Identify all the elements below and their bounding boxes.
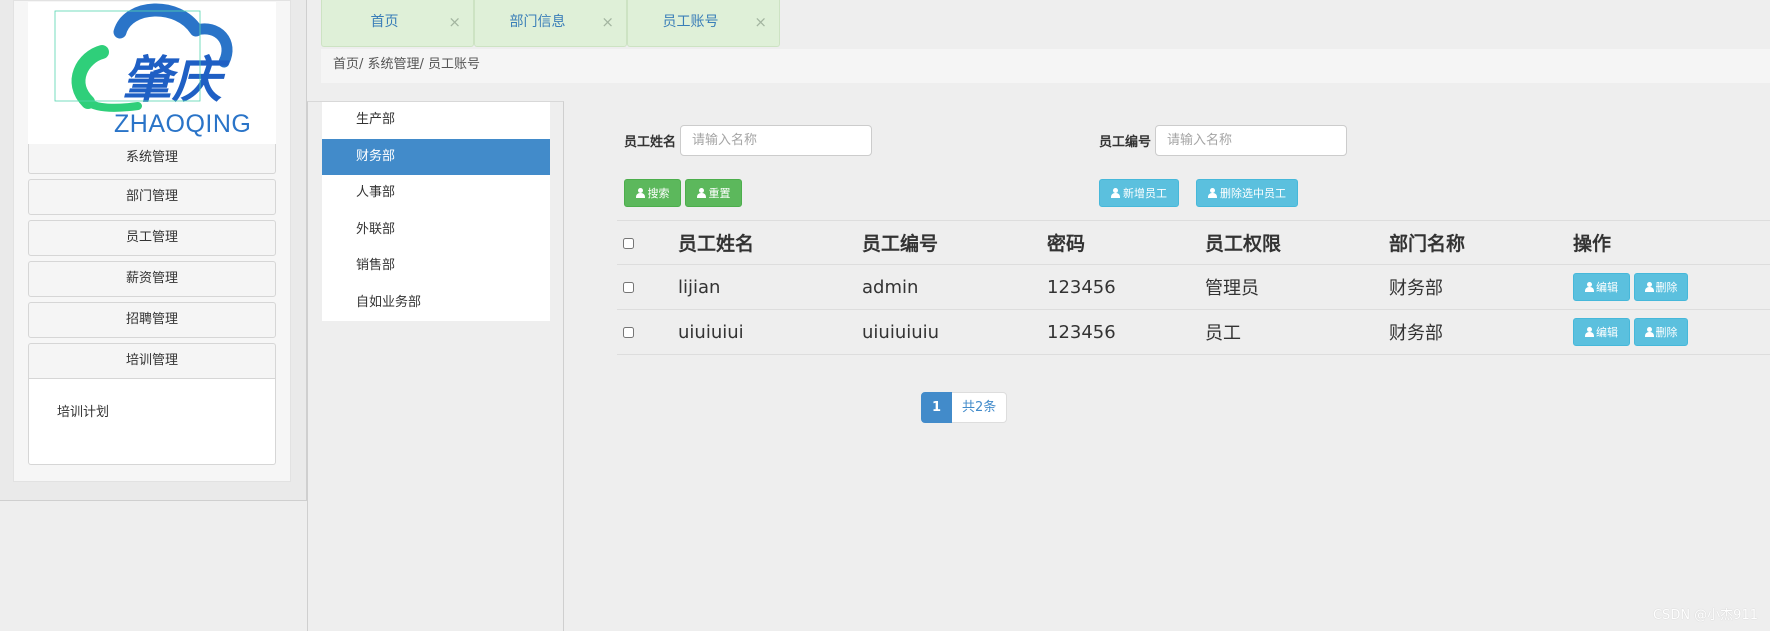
tab-employee-account[interactable]: 员工账号 ×	[627, 0, 780, 47]
row-checkbox[interactable]	[623, 281, 634, 293]
close-icon[interactable]: ×	[754, 0, 767, 44]
delete-button[interactable]: 删除	[1634, 273, 1688, 301]
page-total-count: 共2条	[952, 392, 1008, 423]
edit-button[interactable]: 编辑	[1573, 318, 1630, 346]
logo: 肇庆 ZHAOQING	[28, 2, 276, 144]
delete-selected-button[interactable]: 删除选中员工	[1196, 179, 1298, 207]
cell-name: uiuiuiui	[678, 309, 862, 355]
department-list: 生产部 财务部 人事部 外联部 销售部 自如业务部	[322, 102, 550, 321]
employee-number-input[interactable]	[1155, 125, 1347, 156]
cell-actions: 编辑 删除	[1573, 264, 1770, 310]
select-all-checkbox[interactable]	[623, 237, 634, 249]
column-header-number: 员工编号	[862, 220, 1047, 265]
cell-role: 管理员	[1205, 264, 1389, 310]
tab-home[interactable]: 首页 ×	[321, 0, 474, 47]
tab-bar: 首页 × 部门信息 × 员工账号 ×	[321, 0, 780, 47]
cell-name: lijian	[678, 264, 862, 310]
row-select-cell	[617, 264, 678, 310]
sidebar-item-recruitment[interactable]: 招聘管理	[28, 302, 276, 338]
left-panel: 肇庆 ZHAOQING 系统管理 部门管理 员工管理 薪资管理 招聘管理 培训管…	[0, 0, 307, 501]
department-item-selected[interactable]: 财务部	[322, 138, 550, 175]
cell-actions: 编辑 删除	[1573, 309, 1770, 355]
delete-button-label: 删除	[1655, 326, 1678, 339]
tab-label: 员工账号	[662, 14, 719, 30]
breadcrumb: 首页/ 系统管理/ 员工账号	[321, 49, 1770, 83]
sidebar-item-system[interactable]: 系统管理	[28, 144, 276, 174]
submenu-item-training-plan[interactable]: 培训计划	[57, 405, 109, 420]
user-icon	[635, 188, 645, 198]
pagination: 1 共2条	[921, 392, 1008, 423]
employee-name-label: 员工姓名	[624, 135, 677, 150]
department-item[interactable]: 外联部	[322, 212, 550, 249]
tab-label: 部门信息	[509, 14, 566, 30]
row-select-cell	[617, 309, 678, 355]
table-row: uiuiuiui uiuiuiuiu 123456 员工 财务部 编辑 删除	[617, 309, 1770, 355]
cell-department: 财务部	[1389, 264, 1573, 310]
reset-button-label: 重置	[708, 187, 731, 200]
department-panel: 生产部 财务部 人事部 外联部 销售部 自如业务部	[307, 101, 564, 631]
training-submenu: 培训计划	[28, 379, 276, 465]
tab-department-info[interactable]: 部门信息 ×	[474, 0, 627, 47]
edit-button[interactable]: 编辑	[1573, 273, 1630, 301]
column-header-actions: 操作	[1573, 220, 1770, 265]
column-header-role: 员工权限	[1205, 220, 1389, 265]
tab-label: 首页	[370, 14, 399, 30]
department-item[interactable]: 自如业务部	[322, 285, 550, 322]
table-header-row: 员工姓名 员工编号 密码 员工权限 部门名称 操作	[617, 220, 1770, 265]
user-icon	[1111, 188, 1120, 198]
department-item[interactable]: 人事部	[322, 175, 550, 212]
sidebar-item-training[interactable]: 培训管理	[28, 343, 276, 379]
employee-name-input[interactable]	[680, 125, 872, 156]
add-employee-button[interactable]: 新增员工	[1099, 179, 1179, 207]
cell-department: 财务部	[1389, 309, 1573, 355]
user-icon	[1585, 282, 1594, 292]
search-button-label: 搜索	[647, 187, 670, 200]
sidebar-item-employee[interactable]: 员工管理	[28, 220, 276, 256]
page-current-button[interactable]: 1	[921, 392, 952, 423]
edit-button-label: 编辑	[1596, 326, 1618, 339]
search-button[interactable]: 搜索	[624, 179, 681, 207]
sidebar-menu: 系统管理 部门管理 员工管理 薪资管理 招聘管理 培训管理 培训计划	[28, 144, 276, 465]
column-header-password: 密码	[1047, 220, 1205, 265]
delete-selected-button-label: 删除选中员工	[1220, 187, 1286, 200]
close-icon[interactable]: ×	[448, 0, 461, 44]
row-checkbox[interactable]	[623, 326, 634, 338]
select-all-cell	[617, 220, 678, 265]
column-header-name: 员工姓名	[678, 220, 862, 265]
close-icon[interactable]: ×	[601, 0, 614, 44]
table-row: lijian admin 123456 管理员 财务部 编辑 删除	[617, 264, 1770, 310]
user-icon	[696, 188, 706, 198]
delete-button[interactable]: 删除	[1634, 318, 1688, 346]
logo-subtitle: ZHAOQING	[114, 110, 252, 138]
reset-button[interactable]: 重置	[685, 179, 742, 207]
delete-button-label: 删除	[1655, 281, 1678, 294]
user-icon	[1644, 282, 1654, 292]
watermark: CSDN @小杰911	[1652, 608, 1758, 623]
column-header-department: 部门名称	[1389, 220, 1573, 265]
department-item[interactable]: 销售部	[322, 248, 550, 285]
user-icon	[1644, 327, 1654, 337]
add-employee-button-label: 新增员工	[1123, 187, 1167, 200]
edit-button-label: 编辑	[1596, 281, 1618, 294]
cell-number: admin	[862, 264, 1047, 310]
svg-text:肇庆: 肇庆	[122, 51, 230, 109]
cell-password: 123456	[1047, 264, 1205, 310]
department-item[interactable]: 生产部	[322, 102, 550, 139]
cell-password: 123456	[1047, 309, 1205, 355]
employee-table: 员工姓名 员工编号 密码 员工权限 部门名称 操作 lijian admin 1…	[617, 220, 1770, 355]
user-icon	[1585, 327, 1594, 337]
employee-number-label: 员工编号	[1099, 135, 1152, 150]
sidebar-item-salary[interactable]: 薪资管理	[28, 261, 276, 297]
cell-role: 员工	[1205, 309, 1389, 355]
user-icon	[1208, 188, 1217, 198]
cell-number: uiuiuiuiu	[862, 309, 1047, 355]
sidebar-item-department[interactable]: 部门管理	[28, 179, 276, 215]
